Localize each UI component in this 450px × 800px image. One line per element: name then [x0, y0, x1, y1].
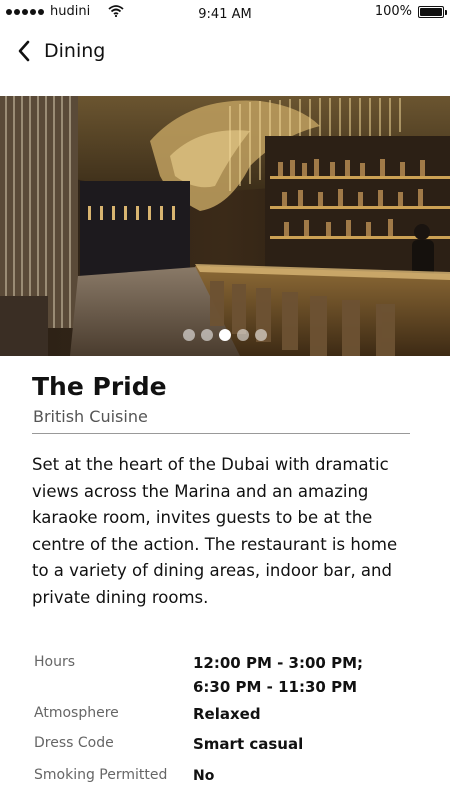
battery-percent: 100% [374, 4, 412, 19]
cuisine-type: British Cuisine [33, 407, 148, 426]
nav-bar: Dining [0, 28, 450, 74]
hero-image-carousel[interactable] [0, 96, 450, 356]
pager-dot-3-active[interactable] [219, 329, 231, 341]
carousel-pager [0, 329, 450, 341]
smoking-value: No [193, 768, 215, 784]
hours-value-line2: 6:30 PM - 11:30 PM [193, 678, 358, 696]
status-right: 100% [374, 4, 447, 19]
dress-code-value: Smart casual [193, 735, 304, 753]
battery-fill [420, 7, 442, 16]
smoking-label: Smoking Permitted [34, 767, 168, 783]
restaurant-name: The Pride [32, 372, 167, 401]
battery-icon [418, 5, 447, 18]
hours-value-line1: 12:00 PM - 3:00 PM; [193, 654, 364, 672]
dress-code-label: Dress Code [34, 735, 114, 751]
restaurant-photo [0, 96, 450, 356]
page-title: Dining [44, 40, 106, 62]
pager-dot-1[interactable] [183, 329, 195, 341]
hours-label: Hours [34, 654, 76, 670]
restaurant-details: The Pride British Cuisine Set at the hea… [0, 356, 450, 611]
pager-dot-2[interactable] [201, 329, 213, 341]
chevron-left-icon [18, 40, 30, 62]
restaurant-description: Set at the heart of the Dubai with drama… [32, 455, 398, 607]
pager-dot-5[interactable] [255, 329, 267, 341]
back-button[interactable] [6, 33, 42, 69]
status-bar: hudini 9:41 AM 100% [0, 0, 450, 28]
pager-dot-4[interactable] [237, 329, 249, 341]
divider [32, 433, 410, 434]
atmosphere-label: Atmosphere [34, 705, 119, 721]
atmosphere-value: Relaxed [193, 705, 261, 723]
